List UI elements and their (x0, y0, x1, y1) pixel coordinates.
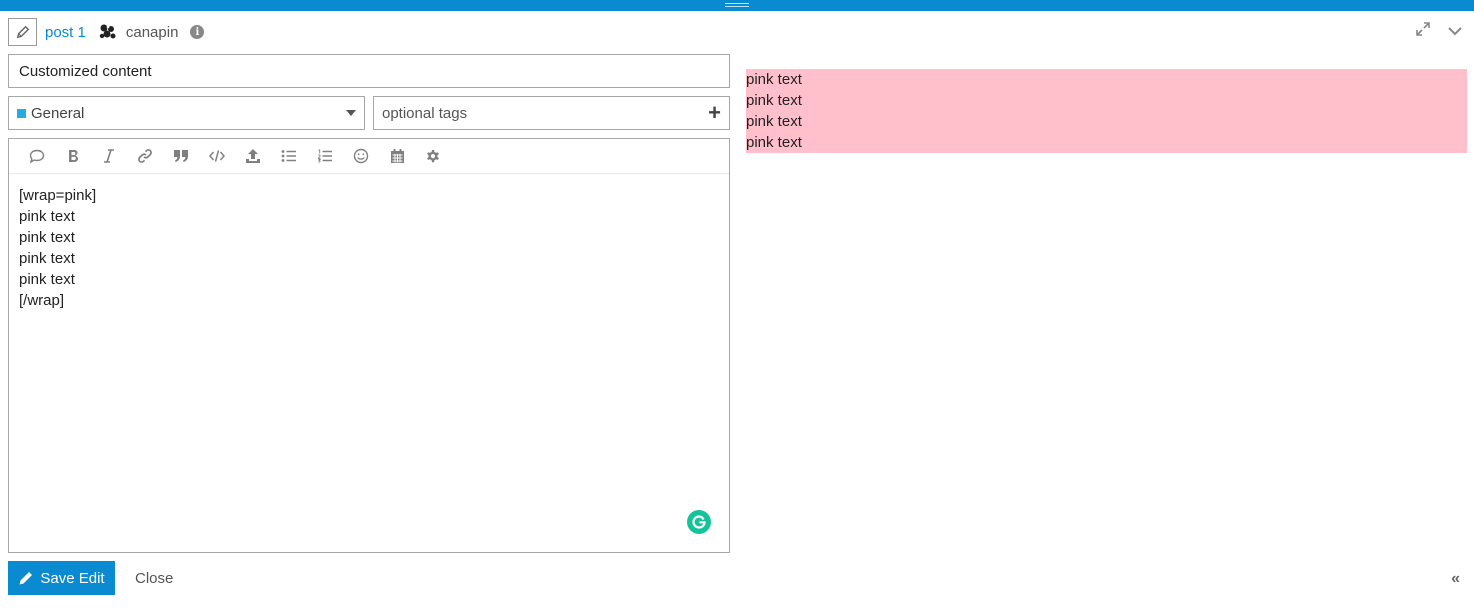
quote-icon[interactable] (19, 142, 55, 170)
close-button[interactable]: Close (135, 570, 173, 587)
editor-toolbar (9, 139, 729, 174)
emoji-icon[interactable] (343, 142, 379, 170)
category-color-swatch (17, 108, 26, 118)
composer-resize-bar[interactable] (0, 0, 1474, 11)
italic-icon[interactable] (91, 142, 127, 170)
preview-line: pink text (746, 113, 802, 130)
pencil-icon (19, 572, 33, 585)
plus-icon[interactable]: + (708, 102, 721, 124)
post-link[interactable]: post 1 (45, 24, 86, 41)
topic-title-input[interactable] (8, 54, 730, 88)
preview-line: pink text (746, 92, 802, 109)
link-icon[interactable] (127, 142, 163, 170)
username[interactable]: canapin (126, 24, 179, 41)
tags-selector[interactable]: + (373, 96, 730, 130)
preview-line: pink text (746, 71, 802, 88)
category-selector[interactable]: General (8, 96, 365, 130)
composer-controls (1416, 22, 1462, 40)
editor-container: [wrap=pink] pink text pink text pink tex… (8, 138, 730, 553)
calendar-icon[interactable] (379, 142, 415, 170)
collapse-preview-icon[interactable]: « (1451, 570, 1460, 588)
edit-action-button[interactable] (8, 18, 37, 46)
blockquote-icon[interactable] (163, 142, 199, 170)
save-edit-button[interactable]: Save Edit (8, 561, 115, 595)
save-edit-label: Save Edit (40, 569, 105, 587)
reply-header: post 1 canapin i (8, 18, 205, 46)
upload-icon[interactable] (235, 142, 271, 170)
preview-line: pink text (746, 134, 802, 151)
gear-icon[interactable] (415, 142, 451, 170)
bullet-list-icon[interactable] (271, 142, 307, 170)
bold-icon[interactable] (55, 142, 91, 170)
preview-wrap-pink: pink text pink text pink text pink text (746, 69, 1467, 153)
category-label: General (31, 104, 85, 122)
resize-grip[interactable] (725, 3, 749, 8)
numbered-list-icon[interactable] (307, 142, 343, 170)
editor-textarea[interactable]: [wrap=pink] pink text pink text pink tex… (19, 185, 719, 311)
chevron-down-icon[interactable] (1448, 23, 1462, 40)
tags-input[interactable] (382, 104, 709, 122)
pencil-icon (16, 25, 29, 39)
expand-icon[interactable] (1416, 22, 1430, 40)
info-circle-icon[interactable]: i (190, 25, 205, 39)
caret-down-icon (346, 110, 356, 116)
grammarly-icon[interactable] (687, 510, 711, 534)
code-icon[interactable] (199, 142, 235, 170)
user-avatar-icon (98, 23, 118, 41)
